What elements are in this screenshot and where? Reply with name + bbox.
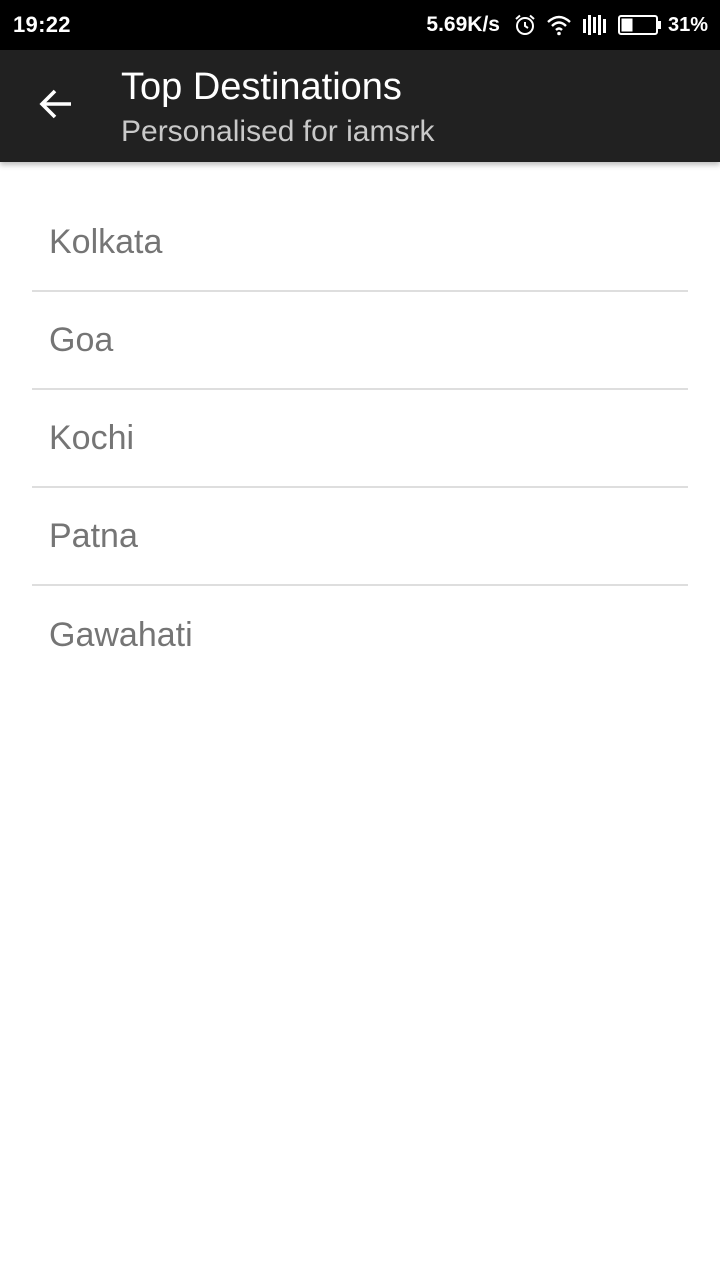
wifi-icon <box>546 13 572 37</box>
list-item-patna[interactable]: Patna <box>32 488 688 586</box>
alarm-icon <box>512 12 538 38</box>
signal-icon <box>582 13 608 37</box>
arrow-left-icon <box>38 88 74 125</box>
list-item-label: Kochi <box>49 418 135 457</box>
list-item-label: Kolkata <box>49 222 163 261</box>
list-item-label: Patna <box>49 516 138 555</box>
list-item-kolkata[interactable]: Kolkata <box>32 194 688 292</box>
page-subtitle: Personalised for iamsrk <box>121 115 435 148</box>
status-bar: 19:22 5.69K/s 31% <box>0 0 720 50</box>
battery-icon <box>617 14 662 36</box>
title-block: Top Destinations Personalised for iamsrk <box>121 64 434 152</box>
destinations-list: Kolkata Goa Kochi Patna Gawahati <box>32 194 688 684</box>
list-item-gawahati[interactable]: Gawahati <box>32 586 688 684</box>
status-time: 19:22 <box>13 12 71 37</box>
back-button[interactable] <box>22 72 90 140</box>
list-item-goa[interactable]: Goa <box>32 292 688 390</box>
network-speed: 5.69K/s <box>426 13 500 36</box>
battery-percentage: 31% <box>667 13 708 36</box>
list-item-label: Gawahati <box>49 615 193 654</box>
list-item-label: Goa <box>49 320 114 359</box>
list-item-kochi[interactable]: Kochi <box>32 390 688 488</box>
page-title: Top Destinations <box>121 66 402 108</box>
status-icons: 5.69K/s 31% <box>426 12 708 38</box>
app-bar: Top Destinations Personalised for iamsrk <box>0 50 720 162</box>
